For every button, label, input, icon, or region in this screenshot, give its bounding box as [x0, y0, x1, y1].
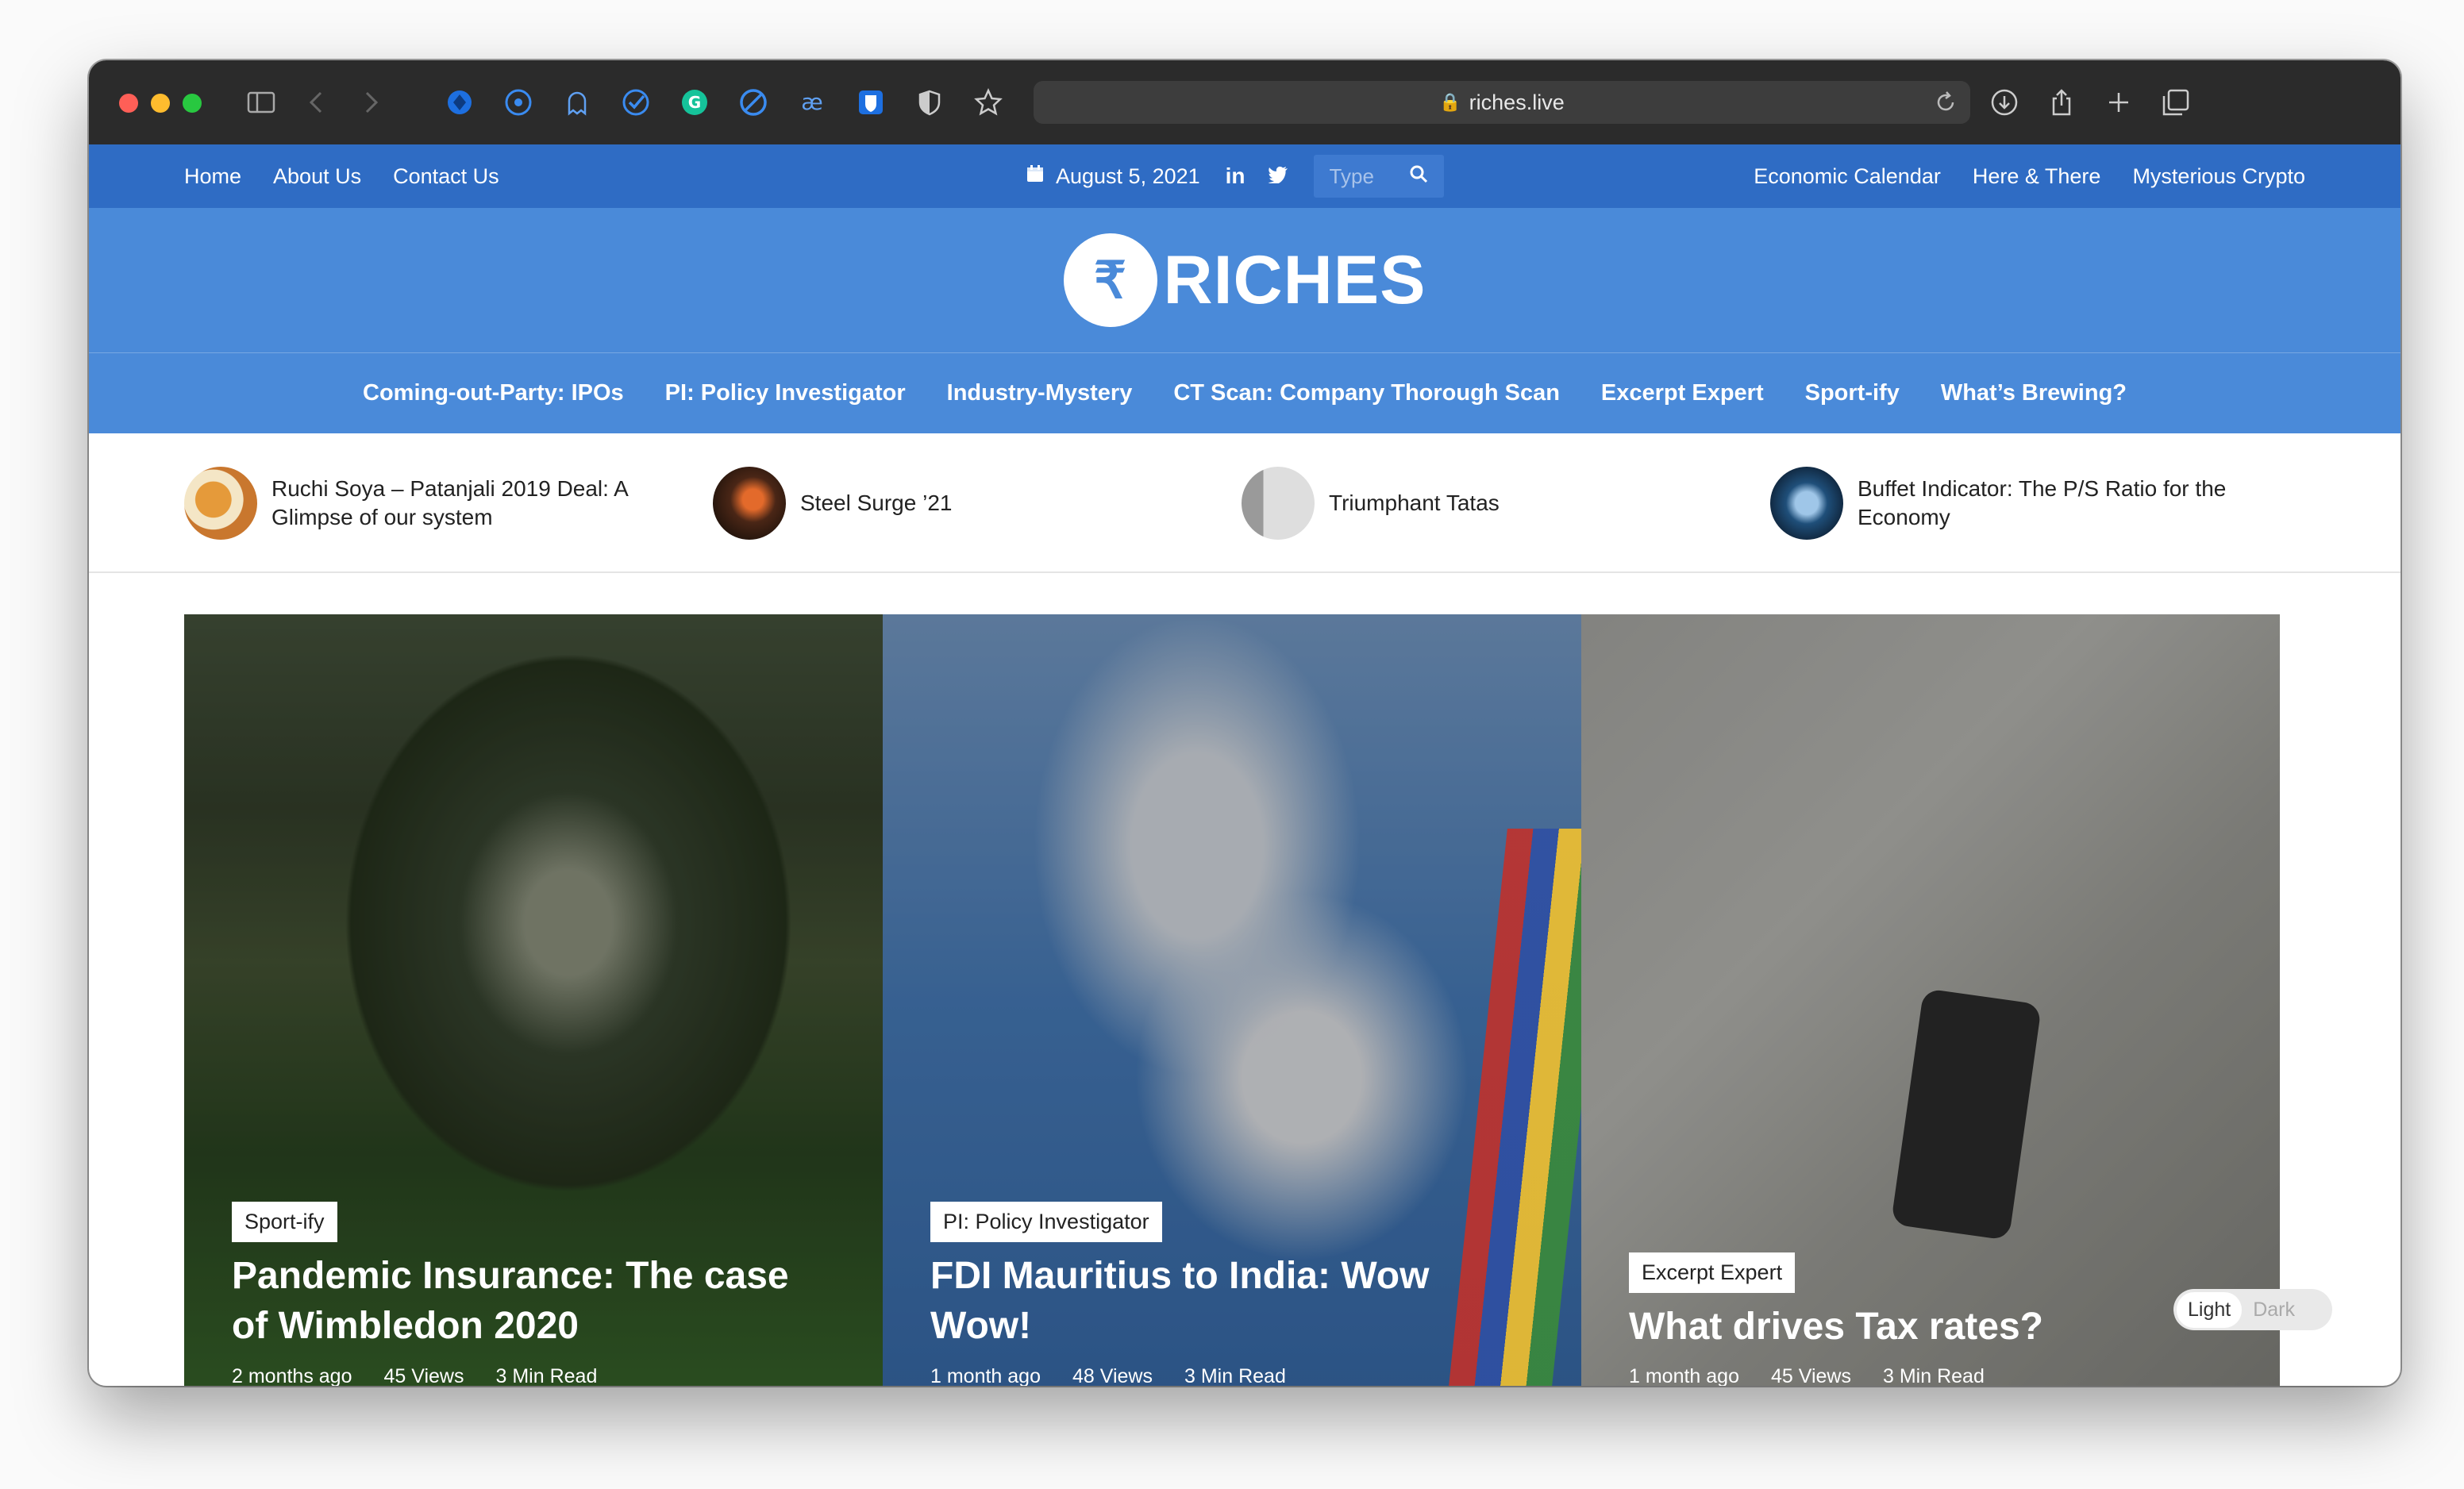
extension-grammarly-icon[interactable]: G [678, 86, 711, 119]
nav-item-whats-brewing[interactable]: What’s Brewing? [1941, 380, 2127, 406]
view-count: 45 Views [1771, 1365, 1851, 1386]
ticker-title: Buffet Indicator: The P/S Ratio for the … [1858, 475, 2227, 529]
article-card[interactable]: Excerpt Expert What drives Tax rates? 1 … [1581, 614, 2280, 1386]
site-header: ₹ RICHES [89, 208, 2400, 352]
nav-item-ct-scan[interactable]: CT Scan: Company Thorough Scan [1173, 380, 1560, 406]
featured-ticker: Ruchi Soya – Patanjali 2019 Deal: A Glim… [89, 433, 2400, 573]
top-link-mysterious-crypto[interactable]: Mysterious Crypto [2132, 164, 2305, 189]
top-link-contact-us[interactable]: Contact Us [393, 164, 499, 189]
extension-shield-icon[interactable] [443, 86, 476, 119]
share-icon[interactable] [2045, 86, 2078, 119]
site-logo[interactable]: ₹ RICHES [1063, 233, 1426, 327]
ticker-item[interactable]: Buffet Indicator: The P/S Ratio for the … [1770, 433, 2262, 573]
ticker-item[interactable]: Triumphant Tatas [1242, 433, 1734, 573]
rupee-logo-icon: ₹ [1063, 233, 1157, 327]
article-title[interactable]: FDI Mauritius to India: Wow Wow! [930, 1251, 1534, 1352]
ticker-thumbnail [184, 467, 257, 540]
read-time: 3 Min Read [1883, 1365, 1985, 1386]
extension-ghost-icon[interactable] [560, 86, 594, 119]
url-text: riches.live [1469, 90, 1565, 114]
view-count: 45 Views [383, 1365, 464, 1386]
extension-target-icon[interactable] [502, 86, 535, 119]
read-time: 3 Min Read [1184, 1365, 1286, 1386]
extension-privacy-shield-icon[interactable] [913, 86, 946, 119]
extension-block-icon[interactable] [737, 86, 770, 119]
browser-window: G æ 🔒 riches.live Home About Us Contact … [89, 60, 2400, 1386]
nav-item-excerpt-expert[interactable]: Excerpt Expert [1601, 380, 1764, 406]
search-box [1313, 155, 1444, 198]
article-meta: 1 month ago 48 Views 3 Min Read [930, 1365, 1286, 1386]
ticker-title: Ruchi Soya – Patanjali 2019 Deal: A Glim… [271, 475, 628, 529]
extension-check-icon[interactable] [619, 86, 653, 119]
current-date: August 5, 2021 [1056, 164, 1200, 188]
nav-item-policy-investigator[interactable]: PI: Policy Investigator [665, 380, 906, 406]
site-top-bar: Home About Us Contact Us August 5, 2021 … [89, 144, 2400, 208]
post-time: 1 month ago [1629, 1365, 1739, 1386]
twitter-icon[interactable] [1268, 164, 1288, 189]
new-tab-icon[interactable] [2102, 86, 2135, 119]
article-meta: 2 months ago 45 Views 3 Min Read [232, 1365, 597, 1386]
top-link-here-and-there[interactable]: Here & There [1973, 164, 2101, 189]
article-title[interactable]: What drives Tax rates? [1629, 1302, 2232, 1352]
ticker-item[interactable]: Ruchi Soya – Patanjali 2019 Deal: A Glim… [184, 433, 676, 573]
svg-text:G: G [688, 93, 701, 112]
ticker-thumbnail [713, 467, 786, 540]
ticker-thumbnail [1770, 467, 1843, 540]
minimize-window-button[interactable] [151, 94, 170, 113]
top-link-economic-calendar[interactable]: Economic Calendar [1754, 164, 1941, 189]
article-meta: 1 month ago 45 Views 3 Min Read [1629, 1365, 1985, 1386]
search-icon[interactable] [1409, 164, 1428, 189]
logo-text: RICHES [1163, 241, 1426, 318]
extension-bitwarden-icon[interactable] [854, 86, 887, 119]
ticker-title: Steel Surge ’21 [800, 490, 953, 515]
calendar-icon [1026, 164, 1045, 189]
category-badge[interactable]: Excerpt Expert [1629, 1252, 1796, 1293]
top-right-links: Economic Calendar Here & There Mysteriou… [1754, 144, 2305, 208]
post-time: 1 month ago [930, 1365, 1041, 1386]
light-mode-option[interactable]: Light [2177, 1291, 2243, 1328]
post-time: 2 months ago [232, 1365, 352, 1386]
svg-text:æ: æ [801, 89, 823, 115]
ticker-thumbnail [1242, 467, 1315, 540]
dark-mode-option[interactable]: Dark [2242, 1292, 2306, 1328]
tab-overview-icon[interactable] [2159, 86, 2193, 119]
sidebar-toggle-icon[interactable] [244, 86, 278, 119]
article-card[interactable]: Sport-ify Pandemic Insurance: The case o… [184, 614, 883, 1386]
nav-item-industry-mystery[interactable]: Industry-Mystery [947, 380, 1133, 406]
window-controls [119, 94, 202, 113]
ticker-item[interactable]: Steel Surge ’21 [713, 433, 1205, 573]
lock-icon: 🔒 [1439, 92, 1461, 112]
top-link-about-us[interactable]: About Us [273, 164, 361, 189]
close-window-button[interactable] [119, 94, 138, 113]
top-center-group: August 5, 2021 in [1026, 144, 1444, 208]
article-title[interactable]: Pandemic Insurance: The case of Wimbledo… [232, 1251, 835, 1352]
bookmark-star-icon[interactable] [972, 86, 1005, 119]
nav-item-sport-ify[interactable]: Sport-ify [1805, 380, 1900, 406]
view-count: 48 Views [1072, 1365, 1153, 1386]
category-badge[interactable]: PI: Policy Investigator [930, 1202, 1162, 1242]
ticker-title: Triumphant Tatas [1329, 490, 1500, 515]
top-left-links: Home About Us Contact Us [184, 144, 499, 208]
category-badge[interactable]: Sport-ify [232, 1202, 337, 1242]
search-input[interactable] [1329, 164, 1401, 189]
forward-icon[interactable] [354, 86, 387, 119]
nav-item-ipos[interactable]: Coming-out-Party: IPOs [363, 380, 624, 406]
extension-ae-icon[interactable]: æ [795, 86, 829, 119]
theme-toggle[interactable]: Light Dark [2173, 1289, 2332, 1330]
featured-cards: Sport-ify Pandemic Insurance: The case o… [184, 614, 2280, 1386]
linkedin-icon[interactable]: in [1226, 164, 1245, 189]
article-card[interactable]: PI: Policy Investigator FDI Mauritius to… [883, 614, 1581, 1386]
read-time: 3 Min Read [495, 1365, 598, 1386]
main-navigation: Coming-out-Party: IPOs PI: Policy Invest… [89, 352, 2400, 433]
downloads-icon[interactable] [1988, 86, 2021, 119]
top-link-home[interactable]: Home [184, 164, 241, 189]
back-icon[interactable] [300, 86, 333, 119]
address-bar[interactable]: 🔒 riches.live [1034, 81, 1970, 124]
browser-toolbar: G æ 🔒 riches.live [89, 60, 2400, 144]
reload-icon[interactable] [1932, 89, 1959, 116]
zoom-window-button[interactable] [183, 94, 202, 113]
